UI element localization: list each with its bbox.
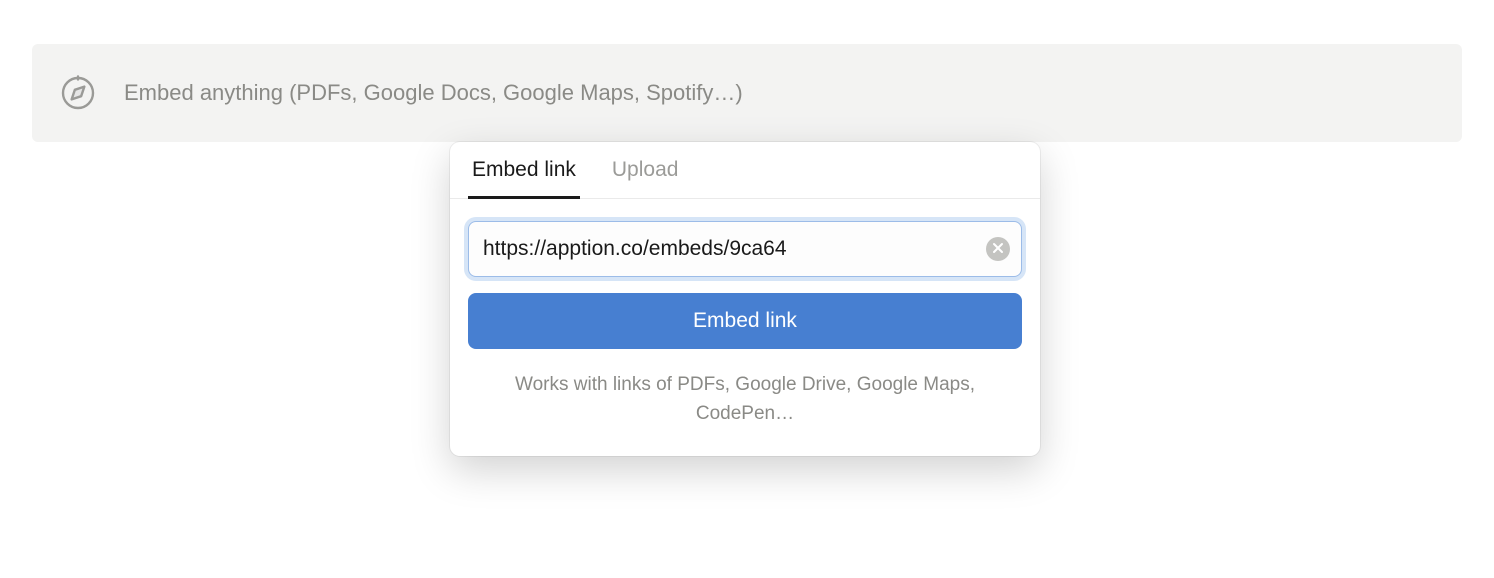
popover-tabs: Embed link Upload [450,142,1040,199]
tab-embed-link[interactable]: Embed link [468,142,580,199]
embed-popover: Embed link Upload Embed link Works with … [450,142,1040,456]
embed-hint-text: Works with links of PDFs, Google Drive, … [468,371,1022,428]
embed-url-input[interactable] [468,221,1022,277]
embed-placeholder-block[interactable]: Embed anything (PDFs, Google Docs, Googl… [32,44,1462,142]
embed-placeholder-text: Embed anything (PDFs, Google Docs, Googl… [124,80,743,106]
compass-icon [60,75,96,111]
popover-body: Embed link Works with links of PDFs, Goo… [450,199,1040,456]
embed-link-button[interactable]: Embed link [468,293,1022,349]
close-icon [992,242,1004,257]
tab-upload[interactable]: Upload [608,142,683,199]
url-input-wrap [468,221,1022,277]
clear-input-button[interactable] [986,237,1010,261]
